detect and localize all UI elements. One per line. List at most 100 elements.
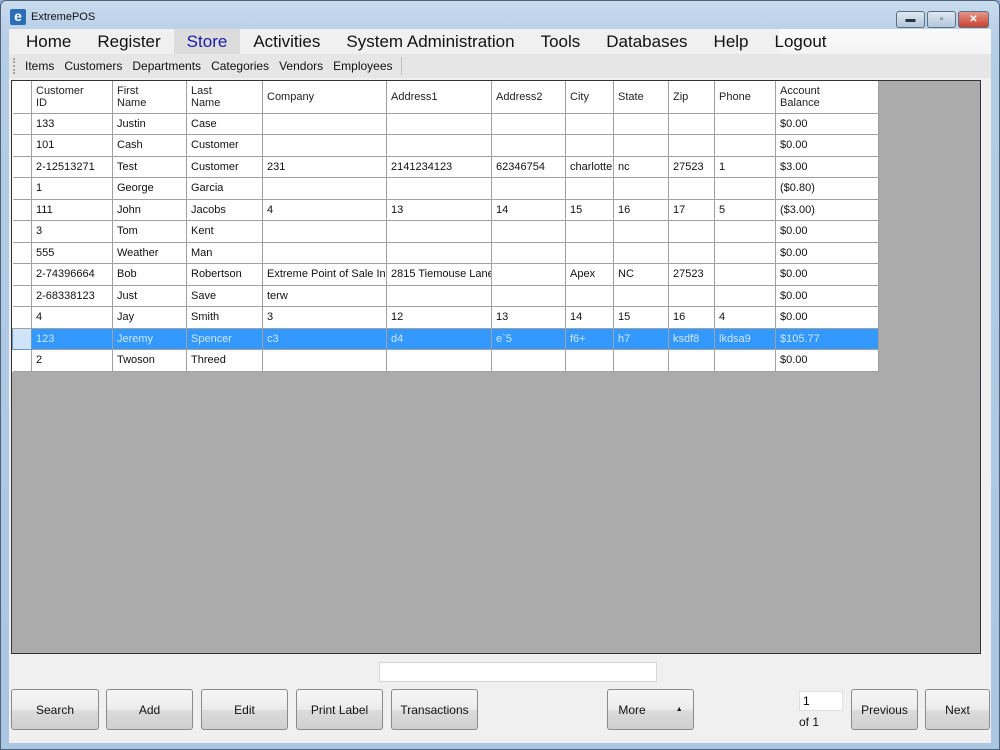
table-cell[interactable]	[386, 241, 492, 264]
row-selector[interactable]	[12, 284, 32, 307]
table-row[interactable]: 3 Tom Kent $0.00	[12, 220, 879, 243]
column-header[interactable]: City	[565, 81, 614, 114]
maximize-button[interactable]: ▫	[927, 11, 956, 28]
table-cell[interactable]: Robertson	[186, 263, 263, 286]
table-cell[interactable]	[491, 263, 566, 286]
table-cell[interactable]: 14	[491, 198, 566, 221]
table-row[interactable]: 101 Cash Customer $0.00	[12, 134, 879, 157]
table-cell[interactable]: 2	[31, 349, 113, 372]
column-header[interactable]: Zip	[668, 81, 715, 114]
minimize-button[interactable]: ▬	[896, 11, 925, 28]
table-cell[interactable]: 4	[262, 198, 387, 221]
table-cell[interactable]	[491, 177, 566, 200]
table-cell[interactable]: Case	[186, 112, 263, 135]
table-cell[interactable]	[668, 112, 715, 135]
add-button[interactable]: Add	[106, 689, 193, 730]
menu-item-register[interactable]: Register	[84, 29, 173, 54]
table-cell[interactable]	[565, 241, 614, 264]
table-cell[interactable]: Justin	[112, 112, 187, 135]
table-cell[interactable]	[613, 112, 669, 135]
more-button[interactable]: More ▲	[607, 689, 694, 730]
table-cell[interactable]: Just	[112, 284, 187, 307]
table-cell[interactable]: 2-74396664	[31, 263, 113, 286]
menu-item-store[interactable]: Store	[173, 29, 241, 54]
table-cell[interactable]: Apex	[565, 263, 614, 286]
menu-item-activities[interactable]: Activities	[240, 29, 333, 54]
table-cell[interactable]: 231	[262, 155, 387, 178]
title-bar[interactable]: e ExtremePOS ▬ ▫ ✕	[1, 1, 999, 29]
table-cell[interactable]: $0.00	[775, 306, 879, 329]
close-button[interactable]: ✕	[958, 11, 989, 28]
table-cell[interactable]: Weather	[112, 241, 187, 264]
menu-item-home[interactable]: Home	[9, 29, 84, 54]
table-cell[interactable]	[386, 220, 492, 243]
table-cell[interactable]: 133	[31, 112, 113, 135]
table-cell[interactable]: 101	[31, 134, 113, 157]
table-cell[interactable]: 15	[565, 198, 614, 221]
table-row[interactable]: 123 Jeremy Spencer c3 d4 e`5 f6+ h7 ksdf8 lkdsa9 $…	[12, 327, 879, 350]
submenu-item-customers[interactable]: Customers	[59, 54, 127, 78]
submenu-item-vendors[interactable]: Vendors	[274, 54, 328, 78]
table-cell[interactable]: c3	[262, 327, 387, 350]
table-cell[interactable]: Jeremy	[112, 327, 187, 350]
customers-grid[interactable]: Customer ID First Name Last Name Company Addres…	[11, 80, 981, 654]
table-cell[interactable]: lkdsa9	[714, 327, 776, 350]
table-cell[interactable]	[565, 177, 614, 200]
table-cell[interactable]	[262, 241, 387, 264]
table-cell[interactable]	[714, 177, 776, 200]
table-cell[interactable]: 2815 Tiemouse Lane	[386, 263, 492, 286]
column-header[interactable]: Address2	[491, 81, 566, 114]
table-cell[interactable]: Test	[112, 155, 187, 178]
table-cell[interactable]	[565, 134, 614, 157]
table-cell[interactable]	[668, 241, 715, 264]
table-cell[interactable]	[491, 284, 566, 307]
table-cell[interactable]	[565, 112, 614, 135]
submenu-item-departments[interactable]: Departments	[127, 54, 206, 78]
status-field[interactable]	[379, 662, 657, 682]
table-cell[interactable]: 3	[31, 220, 113, 243]
table-cell[interactable]	[565, 349, 614, 372]
column-header[interactable]: Last Name	[186, 81, 263, 114]
table-cell[interactable]: 14	[565, 306, 614, 329]
table-cell[interactable]: 123	[31, 327, 113, 350]
table-cell[interactable]: Smith	[186, 306, 263, 329]
table-cell[interactable]: 4	[714, 306, 776, 329]
table-cell[interactable]: NC	[613, 263, 669, 286]
table-row[interactable]: 1 George Garcia ($0.80)	[12, 177, 879, 200]
table-cell[interactable]	[386, 134, 492, 157]
table-cell[interactable]: ($3.00)	[775, 198, 879, 221]
menu-item-logout[interactable]: Logout	[762, 29, 840, 54]
submenu-item-items[interactable]: Items	[20, 54, 59, 78]
table-cell[interactable]: 16	[613, 198, 669, 221]
table-cell[interactable]: 17	[668, 198, 715, 221]
table-cell[interactable]: 1	[31, 177, 113, 200]
table-cell[interactable]	[491, 220, 566, 243]
table-cell[interactable]: 4	[31, 306, 113, 329]
row-selector[interactable]	[12, 306, 32, 329]
table-cell[interactable]	[491, 241, 566, 264]
table-cell[interactable]: 2-68338123	[31, 284, 113, 307]
row-selector[interactable]	[12, 349, 32, 372]
table-cell[interactable]: 111	[31, 198, 113, 221]
table-cell[interactable]: 3	[262, 306, 387, 329]
table-cell[interactable]: 27523	[668, 263, 715, 286]
table-cell[interactable]: George	[112, 177, 187, 200]
table-row[interactable]: 2-74396664 Bob Robertson Extreme Point of S…	[12, 263, 879, 286]
table-cell[interactable]: 15	[613, 306, 669, 329]
table-cell[interactable]	[714, 241, 776, 264]
page-number-input[interactable]	[799, 691, 843, 711]
table-cell[interactable]: 13	[491, 306, 566, 329]
table-cell[interactable]: d4	[386, 327, 492, 350]
table-cell[interactable]: Customer	[186, 134, 263, 157]
table-cell[interactable]: 27523	[668, 155, 715, 178]
table-cell[interactable]: Garcia	[186, 177, 263, 200]
table-cell[interactable]	[262, 177, 387, 200]
table-cell[interactable]: Jay	[112, 306, 187, 329]
table-cell[interactable]	[668, 349, 715, 372]
column-header[interactable]: Phone	[714, 81, 776, 114]
row-selector[interactable]	[12, 155, 32, 178]
table-cell[interactable]: Spencer	[186, 327, 263, 350]
table-cell[interactable]	[613, 241, 669, 264]
toolbar-grip[interactable]	[13, 58, 16, 74]
edit-button[interactable]: Edit	[201, 689, 288, 730]
